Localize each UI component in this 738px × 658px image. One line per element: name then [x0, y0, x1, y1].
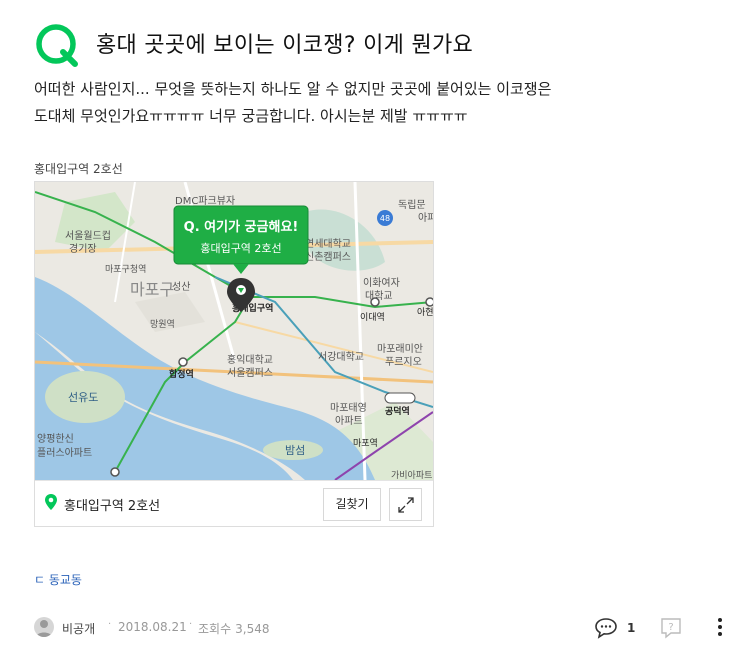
map-label: DMC파크뷰자: [175, 195, 235, 207]
question-body-line: 어떠한 사람인지... 무엇을 뜻하는지 하나도 알 수 없지만 곳곳에 붙어있…: [34, 80, 552, 98]
map-label: 서강대학교: [318, 351, 364, 363]
route-button[interactable]: 길찾기: [323, 488, 381, 521]
map-label: 양평한신: [37, 433, 74, 445]
author-name: 비공개: [62, 622, 96, 636]
map-label: 아파: [418, 212, 433, 224]
map-label: 홍익대학교: [227, 353, 273, 366]
location-pin-icon: [45, 494, 57, 510]
expand-icon: [398, 497, 414, 513]
avatar: [34, 617, 54, 637]
location-tag-link[interactable]: ㄷ 동교동: [34, 571, 82, 588]
map-label: 합정역: [169, 368, 194, 380]
svg-text:?: ?: [668, 622, 673, 633]
callout-subtitle: 홍대입구역 2호선: [200, 241, 281, 255]
map-label: 아파트: [335, 415, 363, 427]
map-label: 마포태영: [330, 402, 367, 414]
map-canvas[interactable]: 48 DMC파크뷰자 서울월드컵 경기장 마포구청역 마포구 성산 망원역 연세…: [35, 182, 433, 480]
question-title: 홍대 곳곳에 보이는 이코쟁? 이게 뭔가요: [96, 33, 474, 58]
map-label: 이대역: [360, 312, 385, 323]
question-body: 어떠한 사람인지... 무엇을 뜻하는지 하나도 알 수 없지만 곳곳에 붙어있…: [34, 76, 714, 130]
map-label: 신촌캠퍼스: [305, 251, 351, 263]
user-icon: [36, 620, 52, 637]
q-logo-icon: [36, 24, 78, 67]
map-label: 푸르지오: [385, 356, 422, 368]
map-card: 48 DMC파크뷰자 서울월드컵 경기장 마포구청역 마포구 성산 망원역 연세…: [34, 181, 434, 527]
map-caption: 홍대입구역 2호선: [34, 162, 123, 176]
map-label: 서울캠퍼스: [227, 367, 273, 379]
map-label: 독립문: [398, 198, 426, 211]
map-label: 성산: [172, 281, 190, 293]
map-location-label: 홍대입구역 2호선: [64, 499, 161, 514]
map-label: 연세대학교: [305, 238, 351, 250]
expand-map-button[interactable]: [389, 488, 422, 521]
map-callout[interactable]: Q. 여기가 궁금해요! 홍대입구역 2호선: [173, 205, 309, 274]
map-label: 플러스아파트: [37, 447, 92, 459]
map-label: 공덕역: [385, 405, 410, 417]
map-label: 망원역: [150, 319, 175, 330]
comment-count: 1: [627, 621, 636, 635]
map-label: 대학교: [365, 290, 393, 302]
meta-separator: ·: [108, 619, 112, 630]
map-label: 마포역: [353, 438, 378, 449]
question-reply-icon[interactable]: ?: [660, 617, 682, 639]
map-label: 서울월드컵: [65, 229, 111, 242]
map-label: 마포구: [130, 280, 174, 299]
map-footer: 홍대입구역 2호선 길찾기: [35, 480, 433, 526]
map-label: 아현: [417, 307, 433, 318]
map-label: 선유도: [68, 391, 98, 404]
comment-button[interactable]: 1: [594, 617, 636, 639]
view-count-value: 3,548: [235, 622, 270, 636]
comment-icon: [595, 618, 617, 639]
question-body-line: 도대체 무엇인가요ㅠㅠㅠㅠ 너무 궁금합니다. 아시는분 제발 ㅠㅠㅠㅠ: [34, 107, 468, 125]
view-count: 조회수 3,548: [198, 620, 269, 637]
map-label: 밤섬: [285, 444, 305, 457]
map-label: 마포래미안: [377, 343, 423, 355]
meta-separator: ·: [189, 619, 193, 630]
map-label: 경기장: [69, 242, 97, 255]
more-vertical-icon[interactable]: [712, 616, 728, 638]
view-count-label: 조회수: [198, 622, 232, 636]
map-label: 마포구청역: [105, 264, 146, 275]
route-marker-label: 48: [380, 214, 390, 223]
post-date: 2018.08.21: [118, 620, 187, 634]
map-label: 이화여자: [363, 277, 400, 289]
callout-title: Q. 여기가 궁금해요!: [184, 219, 299, 235]
map-view[interactable]: 48 DMC파크뷰자 서울월드컵 경기장 마포구청역 마포구 성산 망원역 연세…: [35, 182, 433, 480]
map-label: 가비아파트: [391, 470, 432, 480]
